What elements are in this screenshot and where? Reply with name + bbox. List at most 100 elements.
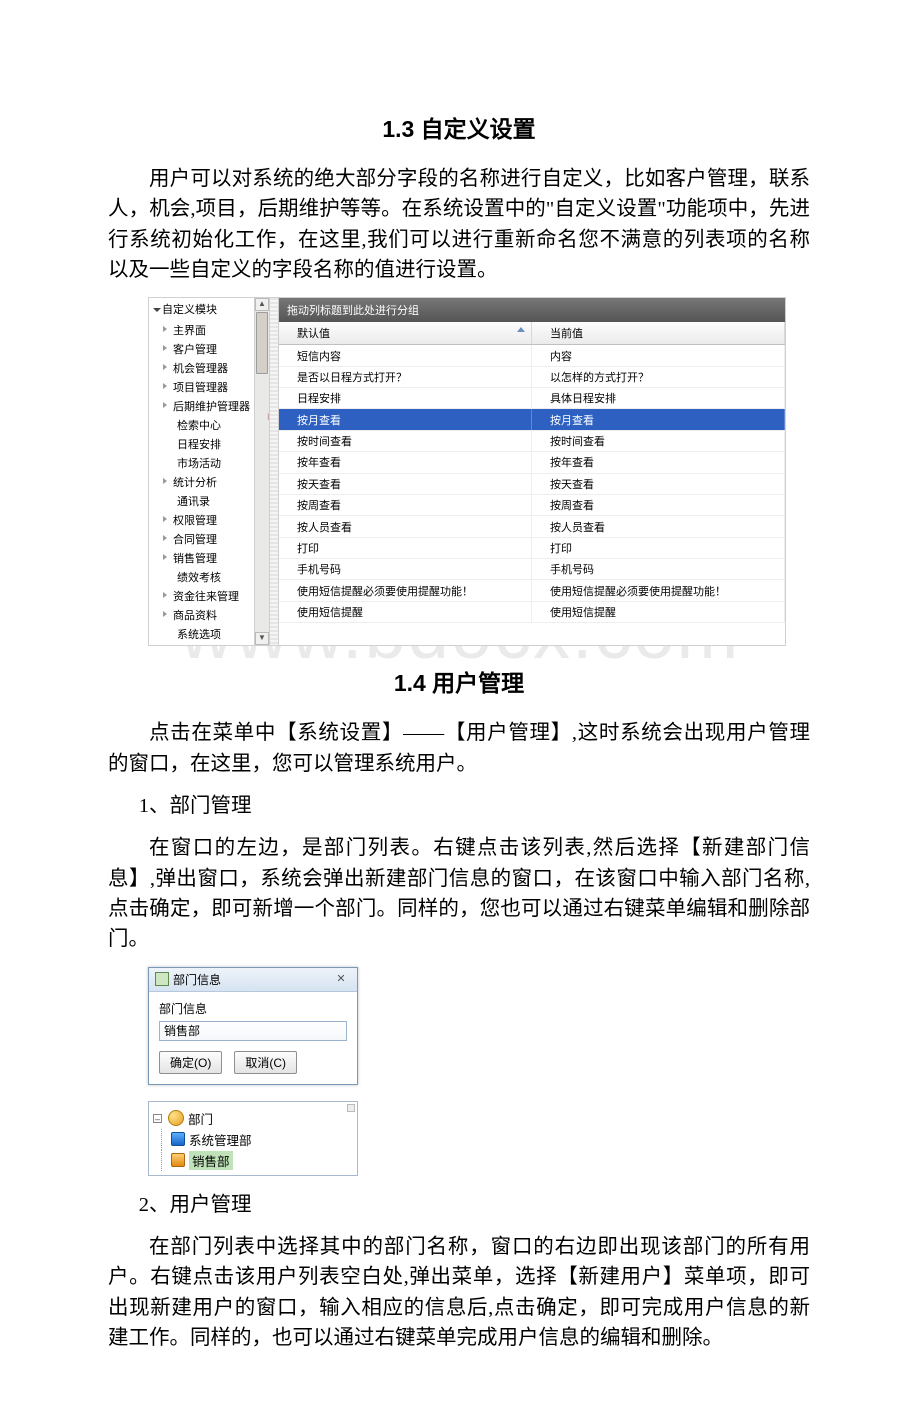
para-1-4b: 在窗口的左边，是部门列表。右键点击该列表,然后选择【新建部门信息】,弹出窗口，系… [108, 833, 810, 954]
scroll-down-arrow-icon[interactable]: ▼ [255, 632, 269, 645]
tree-item[interactable]: 合同管理 [149, 529, 269, 548]
tree-item[interactable]: 客户管理 [149, 339, 269, 358]
cell-current: 打印 [532, 538, 785, 558]
cell-current: 内容 [532, 345, 785, 365]
sort-asc-icon [517, 327, 525, 332]
cell-default: 是否以日程方式打开？ [279, 367, 532, 387]
grid-group-bar[interactable]: 拖动列标题到此处进行分组 [279, 298, 785, 322]
para-1-3: 用户可以对系统的绝大部分字段的名称进行自定义，比如客户管理，联系人，机会,项目，… [108, 164, 810, 285]
cell-default: 按人员查看 [279, 516, 532, 536]
module-tree[interactable]: 自定义模块 主界面客户管理机会管理器项目管理器后期维护管理器检索中心日程安排市场… [149, 298, 270, 645]
dialog-titlebar[interactable]: 部门信息 ✕ [149, 968, 357, 992]
user-blue-icon [171, 1132, 185, 1146]
tree-item[interactable]: 日程安排 [149, 434, 269, 453]
cell-current: 按月查看 [532, 409, 785, 429]
tree-corner-icon [347, 1104, 355, 1112]
table-row[interactable]: 按人员查看按人员查看 [279, 516, 785, 537]
list-item-dept: 1、部门管理 [108, 791, 810, 821]
table-row[interactable]: 按年查看按年查看 [279, 452, 785, 473]
cell-current: 按时间查看 [532, 431, 785, 451]
tree-item[interactable]: 市场活动 [149, 453, 269, 472]
cell-default: 短信内容 [279, 345, 532, 365]
tree-item[interactable]: 主界面 [149, 320, 269, 339]
column-current-value[interactable]: 当前值 [532, 322, 785, 344]
tree-root-node[interactable]: – 部门 [153, 1108, 353, 1129]
cell-current: 按天查看 [532, 474, 785, 494]
tree-item[interactable]: 后期维护管理器 [149, 396, 269, 415]
heading-1-4: 1.4 用户管理 [108, 664, 810, 698]
dialog-app-icon [155, 972, 169, 986]
edit-indicator-icon: I [267, 412, 277, 424]
cell-current: 按年查看 [532, 452, 785, 472]
cell-default: 按年查看 [279, 452, 532, 472]
table-row[interactable]: 按周查看按周查看 [279, 495, 785, 516]
close-icon[interactable]: ✕ [331, 971, 351, 987]
scroll-up-arrow-icon[interactable]: ▲ [255, 298, 269, 311]
tree-item[interactable]: 机会管理器 [149, 358, 269, 377]
tree-item[interactable]: 项目管理器 [149, 377, 269, 396]
tree-node-sales[interactable]: 销售部 [153, 1150, 353, 1171]
column-header-label: 默认值 [297, 328, 330, 340]
splitter[interactable] [270, 298, 279, 645]
custom-module-panel: 自定义模块 主界面客户管理机会管理器项目管理器后期维护管理器检索中心日程安排市场… [148, 297, 786, 646]
scroll-thumb[interactable] [256, 312, 268, 374]
fields-grid: 拖动列标题到此处进行分组 默认值 当前值 短信内容内容是否以日程方式打开？以怎样… [279, 298, 785, 645]
user-orange-icon [171, 1153, 185, 1167]
dept-tree[interactable]: – 部门 系统管理部 销售部 [148, 1101, 358, 1176]
tree-node-label: 系统管理部 [189, 1130, 252, 1149]
dept-name-label: 部门信息 [159, 1000, 347, 1017]
dept-dialog-figure: 部门信息 ✕ 部门信息 确定(O) 取消(C) – 部门 [148, 967, 358, 1176]
heading-1-3: 1.3 自定义设置 [108, 110, 810, 144]
cell-current: 按周查看 [532, 495, 785, 515]
table-row[interactable]: 是否以日程方式打开？以怎样的方式打开？ [279, 367, 785, 388]
tree-root-label[interactable]: 自定义模块 [149, 298, 269, 320]
cell-default: I按月查看 [279, 409, 532, 429]
cell-default: 使用短信提醒 [279, 602, 532, 622]
para-user-mgmt: 在部门列表中选择其中的部门名称，窗口的右边即出现该部门的所有用户。右键点击该用户… [108, 1232, 810, 1353]
tree-node-sys[interactable]: 系统管理部 [153, 1129, 353, 1150]
tree-item[interactable]: 权限管理 [149, 510, 269, 529]
cell-current: 使用短信提醒必须要使用提醒功能！ [532, 580, 785, 600]
tree-item[interactable]: 检索中心 [149, 415, 269, 434]
cell-default: 打印 [279, 538, 532, 558]
tree-root-text: 部门 [188, 1109, 213, 1128]
globe-icon [168, 1110, 184, 1126]
list-item-user: 2、用户管理 [108, 1190, 810, 1220]
tree-node-label-selected: 销售部 [189, 1151, 233, 1170]
cell-default: 按周查看 [279, 495, 532, 515]
tree-item[interactable]: 通讯录 [149, 491, 269, 510]
dialog-title-text: 部门信息 [173, 971, 221, 988]
dept-name-input[interactable] [159, 1021, 347, 1041]
table-row[interactable]: 按时间查看按时间查看 [279, 431, 785, 452]
tree-item[interactable]: 统计分析 [149, 472, 269, 491]
table-row[interactable]: 日程安排具体日程安排 [279, 388, 785, 409]
table-row[interactable]: 打印打印 [279, 538, 785, 559]
page: 1.3 自定义设置 用户可以对系统的绝大部分字段的名称进行自定义，比如客户管理，… [0, 0, 920, 1425]
grid-header-row: 默认值 当前值 [279, 322, 785, 345]
dept-dialog: 部门信息 ✕ 部门信息 确定(O) 取消(C) [148, 967, 358, 1085]
cell-current: 使用短信提醒 [532, 602, 785, 622]
cell-default: 按天查看 [279, 474, 532, 494]
column-default-value[interactable]: 默认值 [279, 322, 532, 344]
cell-current: 按人员查看 [532, 516, 785, 536]
ok-button[interactable]: 确定(O) [159, 1051, 222, 1074]
tree-scrollbar[interactable]: ▲ ▼ [254, 298, 269, 645]
tree-item[interactable]: 资金往来管理 [149, 586, 269, 605]
table-row[interactable]: 手机号码手机号码 [279, 559, 785, 580]
cancel-button[interactable]: 取消(C) [234, 1051, 297, 1074]
cell-default: 日程安排 [279, 388, 532, 408]
cell-current: 具体日程安排 [532, 388, 785, 408]
tree-item[interactable]: 商品资料 [149, 605, 269, 624]
table-row[interactable]: 使用短信提醒必须要使用提醒功能！使用短信提醒必须要使用提醒功能！ [279, 580, 785, 601]
cell-default: 使用短信提醒必须要使用提醒功能！ [279, 580, 532, 600]
table-row[interactable]: 短信内容内容 [279, 345, 785, 366]
tree-item[interactable]: 销售管理 [149, 548, 269, 567]
tree-item[interactable]: 系统选项 [149, 624, 269, 643]
table-row[interactable]: 使用短信提醒使用短信提醒 [279, 602, 785, 623]
tree-item[interactable]: 绩效考核 [149, 567, 269, 586]
cell-current: 手机号码 [532, 559, 785, 579]
table-row[interactable]: 按天查看按天查看 [279, 474, 785, 495]
collapse-icon[interactable]: – [153, 1114, 162, 1123]
cell-default: 手机号码 [279, 559, 532, 579]
table-row[interactable]: I按月查看按月查看 [279, 409, 785, 430]
